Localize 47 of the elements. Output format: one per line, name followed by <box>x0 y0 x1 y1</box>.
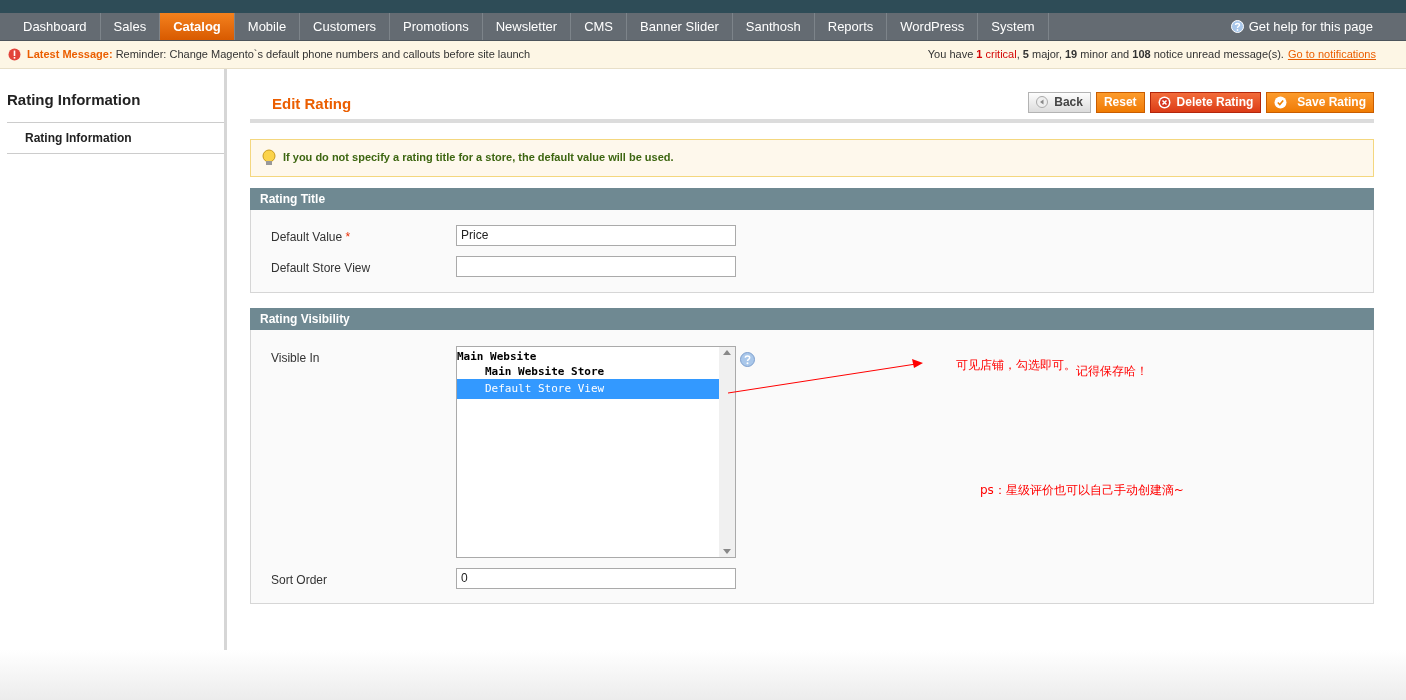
text-field[interactable]: Price <box>456 224 736 246</box>
store-option[interactable]: Main Website <box>457 348 719 364</box>
back-button[interactable]: Back <box>1028 91 1091 113</box>
checkmark-icon <box>1274 95 1288 109</box>
nav-tab[interactable]: Santhosh <box>732 13 815 40</box>
delete-button[interactable]: Delete Rating <box>1149 91 1262 113</box>
nav-tab[interactable]: Banner Slider <box>627 13 733 40</box>
close-icon <box>1157 95 1171 109</box>
text-field[interactable]: 0 <box>456 567 736 589</box>
page-title: Edit Rating <box>272 94 352 114</box>
nav-tab[interactable]: CMS <box>571 13 628 40</box>
section-header: Rating Visibility <box>250 307 1374 330</box>
latest-message: Latest Message: Reminder: Change Magento`s default phone numbers and callouts before site launch <box>27 47 531 63</box>
section-header: Rating Title <box>250 187 1374 210</box>
nav-tab[interactable]: Dashboard <box>10 13 101 40</box>
help-icon <box>740 351 755 367</box>
nav-tab[interactable]: Catalog <box>160 13 235 40</box>
annotation-text: ps：星级评价也可以自己手动创建滴~ <box>980 482 1184 499</box>
alert-icon <box>8 48 21 61</box>
annotation-text: 记得保存哈！ <box>1076 363 1148 380</box>
lightbulb-icon <box>261 148 277 167</box>
annotation-text: 可见店铺，勾选即可。 <box>956 357 1076 374</box>
nav-tab[interactable]: Newsletter <box>482 13 572 40</box>
nav-tab[interactable]: System <box>978 13 1049 40</box>
scroll-down-icon[interactable] <box>723 548 731 554</box>
field-label: Default Store View <box>270 259 372 277</box>
sidebar-tab[interactable]: Rating Information <box>7 122 224 154</box>
field-label: Visible In <box>270 349 321 367</box>
help-icon <box>1230 20 1244 33</box>
scroll-up-icon[interactable] <box>723 349 731 355</box>
field-label: Sort Order <box>270 571 328 589</box>
store-option[interactable]: Main Website Store <box>457 363 719 379</box>
nav-tab[interactable]: Mobile <box>234 13 301 40</box>
message-summary: You have 1 critical, 5 major, 19 minor and 108 notice unread message(s). <box>927 47 1284 63</box>
field-label: Default Value * <box>270 228 352 246</box>
notice-text: If you do not specify a rating title for a store, the default value will be used. <box>283 150 674 166</box>
help-link[interactable]: Get help for this page <box>1248 16 1373 37</box>
notifications-link[interactable]: Go to notifications <box>1287 46 1376 63</box>
nav-tab[interactable]: Customers <box>300 13 390 40</box>
nav-tab[interactable]: Promotions <box>389 13 483 40</box>
sidebar-title: Rating Information <box>7 89 224 123</box>
nav-tab[interactable]: WordPress <box>887 13 979 40</box>
scrollbar[interactable] <box>719 346 735 557</box>
text-field[interactable] <box>456 255 736 277</box>
store-listbox[interactable]: Main Website Main Website Store Default Store View <box>456 345 736 558</box>
store-option[interactable]: Default Store View <box>457 378 719 399</box>
nav-tab[interactable]: Reports <box>814 13 888 40</box>
